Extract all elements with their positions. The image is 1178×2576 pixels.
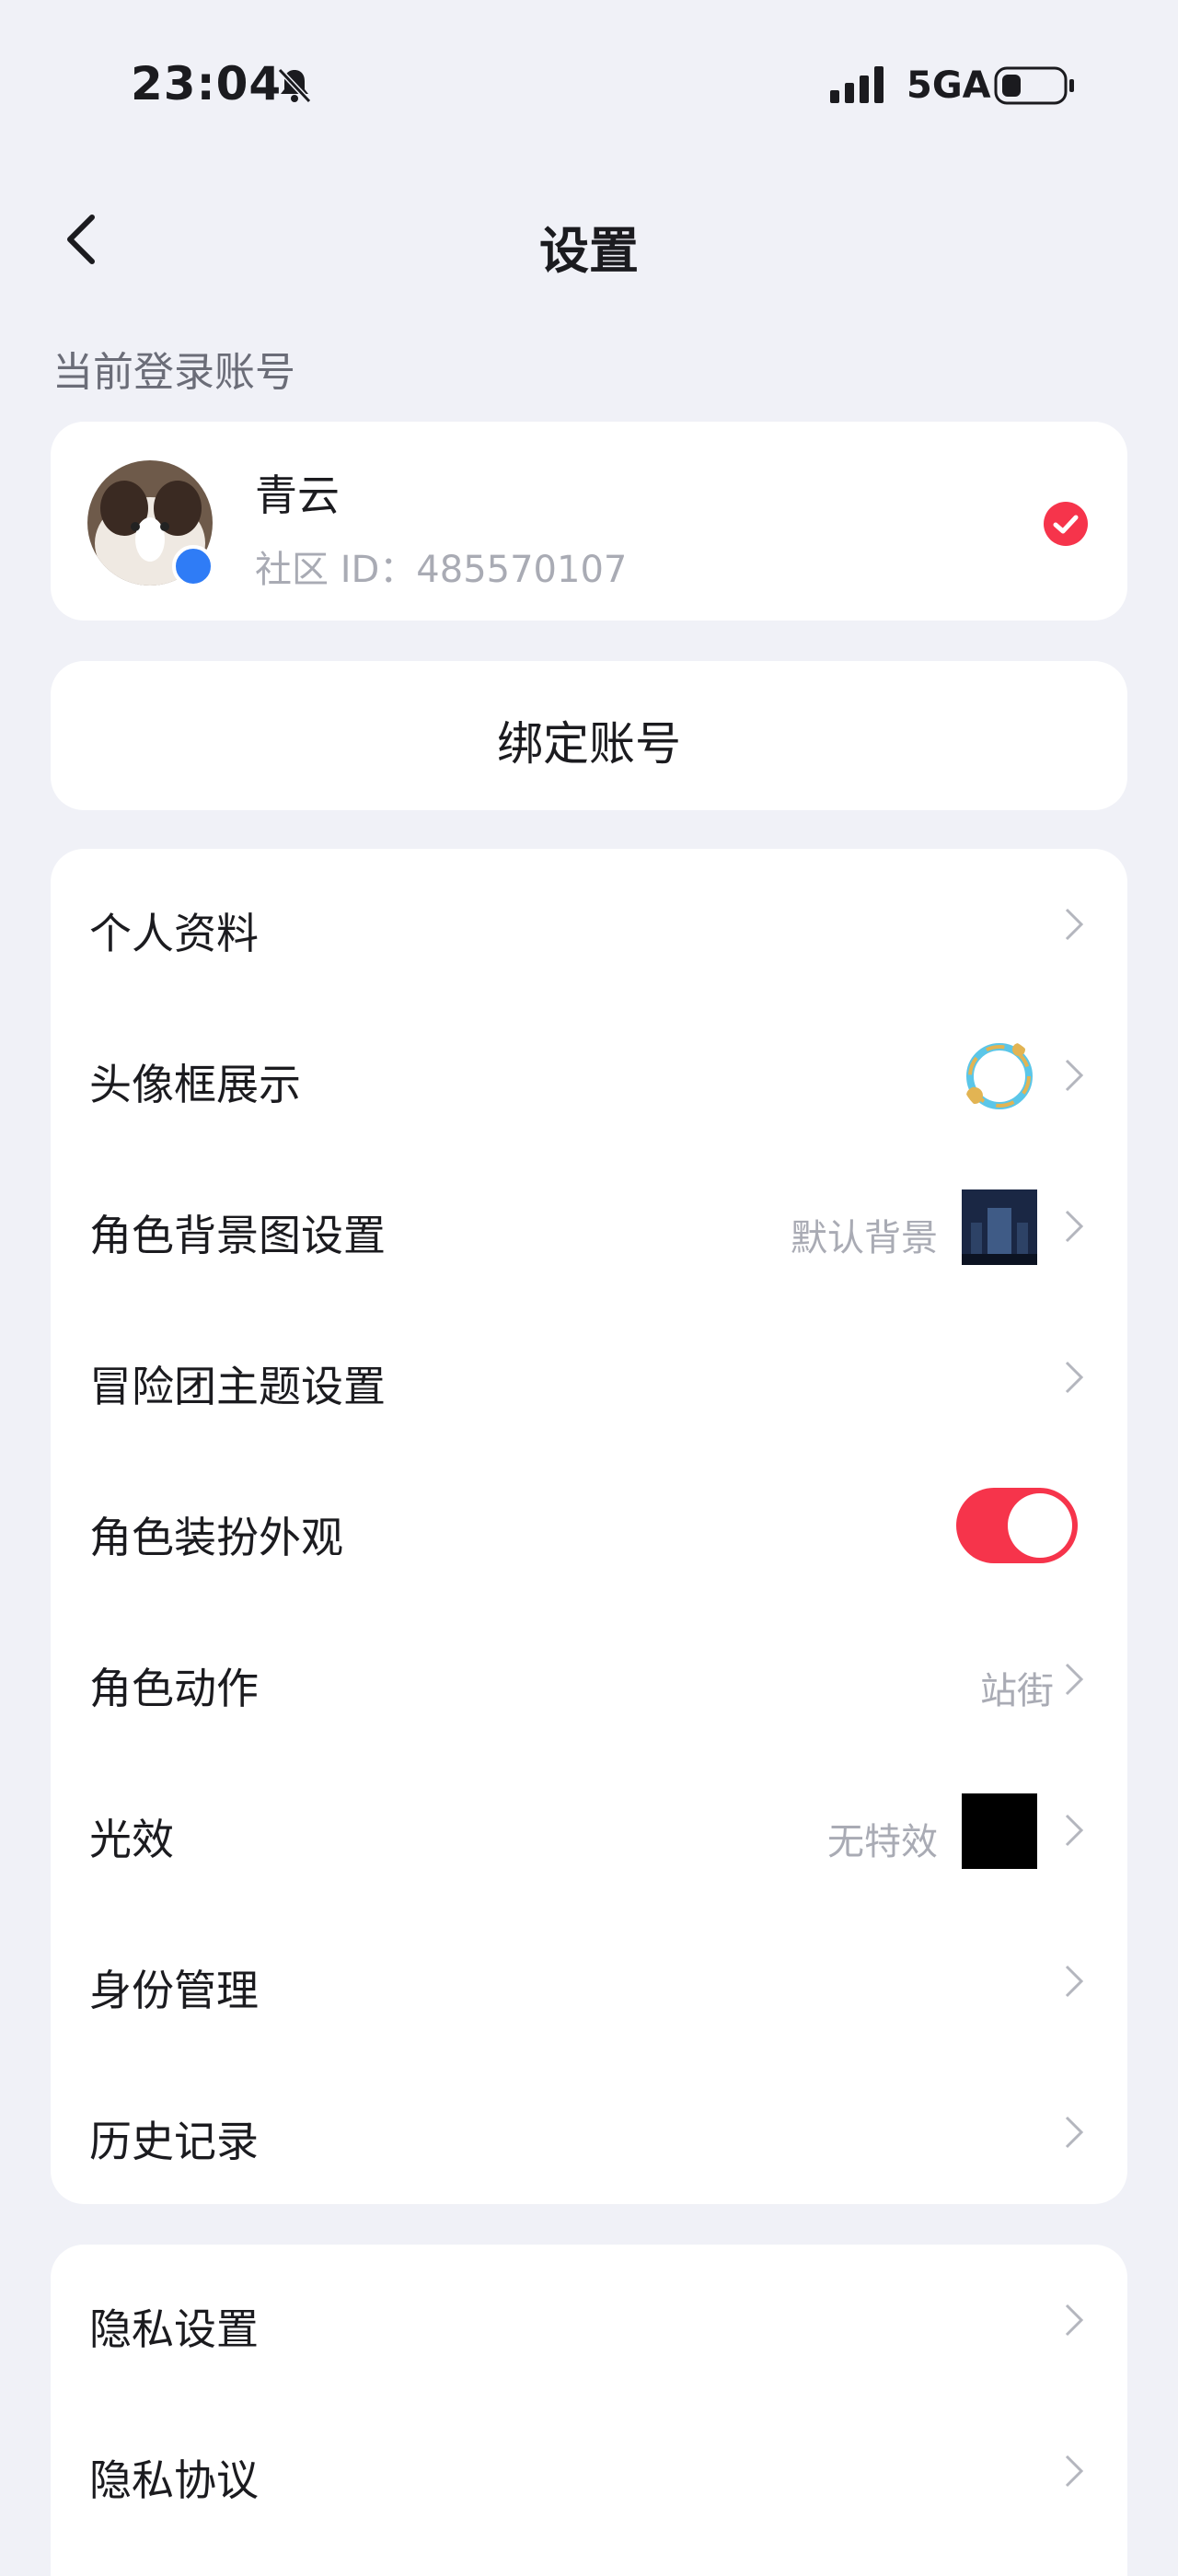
menu-item-label: 光效 (89, 1815, 174, 1864)
selected-check-icon (1044, 502, 1088, 546)
menu-item-value: 无特效 (827, 1821, 938, 1863)
effect-thumbnail (962, 1793, 1037, 1869)
role-outfit-toggle[interactable] (956, 1488, 1078, 1563)
network-type: 5GA (907, 64, 991, 107)
qq-badge-icon (172, 545, 214, 587)
settings-group-2: 隐私设置 隐私协议 (51, 2245, 1127, 2576)
menu-item-label: 个人资料 (89, 909, 259, 958)
chevron-right-icon (1065, 1663, 1084, 1696)
menu-item-label: 角色动作 (89, 1664, 259, 1713)
menu-item-value: 默认背景 (791, 1217, 938, 1259)
avatar-frame-thumbnail (966, 1043, 1033, 1109)
chevron-right-icon (1065, 2454, 1084, 2488)
bind-account-label: 绑定账号 (497, 717, 681, 771)
battery-icon (994, 66, 1074, 105)
menu-item-adventure-team-theme[interactable]: 冒险团主题设置 (51, 1302, 1127, 1453)
status-time: 23:04 (131, 57, 283, 110)
menu-item-label: 角色背景图设置 (89, 1211, 386, 1260)
settings-group-1: 个人资料 头像框展示 角色背景图设置 默认背景 冒险团主题设置 角色装扮外观 角… (51, 849, 1127, 2204)
menu-item-profile[interactable]: 个人资料 (51, 849, 1127, 1000)
account-card[interactable]: 青云 社区 ID：485570107 (51, 422, 1127, 621)
chevron-right-icon (1065, 1059, 1084, 1092)
menu-item-label: 隐私协议 (89, 2455, 259, 2505)
menu-item-identity-management[interactable]: 身份管理 (51, 1906, 1127, 2057)
background-thumbnail (962, 1189, 1037, 1265)
nav-bar: 设置 (0, 184, 1178, 295)
menu-item-privacy-settings[interactable]: 隐私设置 (51, 2245, 1127, 2396)
chevron-right-icon (1065, 1361, 1084, 1394)
menu-item-privacy-agreement[interactable]: 隐私协议 (51, 2396, 1127, 2547)
chevron-right-icon (1065, 2303, 1084, 2337)
menu-item-label: 头像框展示 (89, 1060, 301, 1109)
back-arrow-icon[interactable] (55, 210, 114, 269)
menu-item-history[interactable]: 历史记录 (51, 2057, 1127, 2208)
menu-item-label: 角色装扮外观 (89, 1513, 343, 1562)
menu-item-value: 站街 (980, 1670, 1054, 1712)
menu-item-label: 隐私设置 (89, 2304, 259, 2354)
menu-item-light-effect[interactable]: 光效 无特效 (51, 1755, 1127, 1906)
chevron-right-icon (1065, 2116, 1084, 2149)
chevron-right-icon (1065, 1814, 1084, 1847)
signal-icon (830, 66, 884, 103)
menu-item-label: 历史记录 (89, 2117, 259, 2166)
chevron-right-icon (1065, 1965, 1084, 1998)
bell-muted-icon (277, 67, 312, 104)
menu-item-role-action[interactable]: 角色动作 站街 (51, 1604, 1127, 1755)
bind-account-button[interactable]: 绑定账号 (51, 661, 1127, 810)
current-account-label: 当前登录账号 (52, 349, 295, 396)
chevron-right-icon (1065, 908, 1084, 941)
chevron-right-icon (1065, 1210, 1084, 1243)
toggle-knob (1008, 1493, 1072, 1558)
menu-item-avatar-frame[interactable]: 头像框展示 (51, 1000, 1127, 1151)
page-title: 设置 (539, 222, 639, 280)
menu-item-label: 冒险团主题设置 (89, 1362, 386, 1411)
menu-item-role-background[interactable]: 角色背景图设置 默认背景 (51, 1151, 1127, 1302)
menu-item-label: 身份管理 (89, 1966, 259, 2015)
status-bar: 23:04 5GA (0, 0, 1178, 175)
account-name: 青云 (255, 470, 340, 520)
community-id: 社区 ID：485570107 (255, 549, 628, 591)
menu-item-role-outfit: 角色装扮外观 (51, 1453, 1127, 1604)
